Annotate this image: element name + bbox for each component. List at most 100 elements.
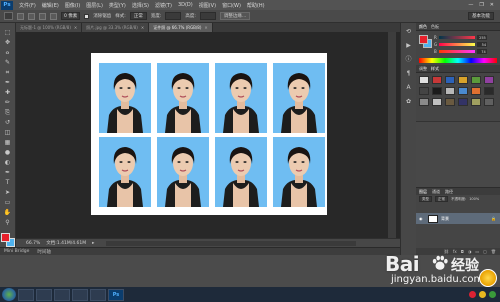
- move-tool-icon[interactable]: ✥: [3, 39, 13, 47]
- style-swatch[interactable]: [445, 98, 455, 106]
- menu-image[interactable]: 图像(I): [62, 2, 83, 9]
- style-swatch[interactable]: [471, 76, 481, 84]
- close-icon[interactable]: ✕: [141, 25, 144, 30]
- feather-input[interactable]: 0 像素: [61, 12, 81, 20]
- document-tab[interactable]: 证件照 @ 66.7% (RGB/8) ✕: [149, 23, 213, 32]
- eyedropper-tool-icon[interactable]: ✒: [3, 79, 13, 87]
- subtract-selection-button[interactable]: [39, 12, 46, 20]
- slider-track-b[interactable]: [438, 50, 475, 53]
- clone-tool-icon[interactable]: ⎘: [3, 109, 13, 117]
- hand-tool-icon[interactable]: ✋: [3, 209, 13, 217]
- dodge-tool-icon[interactable]: ◐: [3, 159, 13, 167]
- type-tool-icon[interactable]: T: [3, 179, 13, 187]
- tab-swatches[interactable]: 色板: [431, 24, 439, 30]
- slider-value-b[interactable]: 74: [476, 49, 487, 54]
- slider-track-r[interactable]: [438, 36, 475, 39]
- blend-mode-select[interactable]: 正常: [435, 196, 448, 202]
- foreground-color-swatch[interactable]: [0, 233, 10, 242]
- lasso-tool-icon[interactable]: ⴰ: [3, 49, 13, 57]
- menu-edit[interactable]: 编辑(E): [39, 2, 62, 9]
- style-swatch[interactable]: [458, 87, 468, 95]
- crop-tool-icon[interactable]: ⌗: [3, 69, 13, 77]
- color-spectrum[interactable]: [419, 58, 497, 63]
- tab-styles[interactable]: 样式: [431, 66, 439, 72]
- menu-select[interactable]: 选择(S): [129, 2, 152, 9]
- antialias-checkbox[interactable]: [84, 13, 90, 19]
- history-brush-tool-icon[interactable]: ↺: [3, 119, 13, 127]
- horizontal-scrollbar[interactable]: [106, 240, 357, 246]
- close-button[interactable]: ✕: [490, 2, 494, 8]
- eye-icon[interactable]: ◉: [419, 216, 425, 221]
- style-swatch[interactable]: [471, 87, 481, 95]
- document-tab[interactable]: 照片.jpg @ 33.3% (RGB/8) ✕: [82, 23, 150, 32]
- opacity-value[interactable]: 100%: [469, 197, 479, 201]
- healing-tool-icon[interactable]: ✚: [3, 89, 13, 97]
- close-icon[interactable]: ✕: [204, 25, 207, 30]
- style-swatch[interactable]: [445, 87, 455, 95]
- style-swatch[interactable]: [432, 76, 442, 84]
- taskbar-app-1[interactable]: [18, 288, 34, 301]
- history-icon[interactable]: ⟲: [404, 28, 413, 36]
- close-icon[interactable]: ✕: [74, 25, 77, 30]
- style-swatch[interactable]: [445, 76, 455, 84]
- status-arrow-icon[interactable]: ▸: [92, 241, 94, 246]
- style-swatch[interactable]: [484, 87, 494, 95]
- brush-presets-icon[interactable]: ✿: [404, 98, 413, 106]
- taskbar-app-3[interactable]: [54, 288, 70, 301]
- pen-tool-icon[interactable]: ✒: [3, 169, 13, 177]
- brush-tool-icon[interactable]: ✏: [3, 99, 13, 107]
- paragraph-icon[interactable]: ¶: [404, 70, 413, 78]
- taskbar-app-5[interactable]: [90, 288, 106, 301]
- menu-help[interactable]: 帮助(H): [244, 2, 268, 9]
- style-swatch[interactable]: [432, 98, 442, 106]
- document-canvas[interactable]: [91, 53, 327, 215]
- intersect-selection-button[interactable]: [50, 12, 57, 20]
- taskbar-app-4[interactable]: [72, 288, 88, 301]
- tray-icon[interactable]: [489, 291, 496, 298]
- style-swatch[interactable]: [471, 98, 481, 106]
- tab-layers[interactable]: 图层: [419, 189, 427, 195]
- document-tab[interactable]: 无标题-1 @ 100% (RGB/8) ✕: [16, 23, 83, 32]
- new-selection-button[interactable]: [17, 12, 24, 20]
- slider-track-g[interactable]: [439, 43, 476, 46]
- maximize-button[interactable]: ❐: [479, 2, 483, 8]
- path-select-tool-icon[interactable]: ➤: [3, 189, 13, 197]
- layer-kind-filter[interactable]: 类型: [419, 196, 432, 202]
- tab-color[interactable]: 颜色: [419, 24, 427, 30]
- document-size[interactable]: 文档:1.41M/4.61M: [46, 240, 86, 246]
- style-swatch[interactable]: [419, 98, 429, 106]
- layer-row-background[interactable]: ◉ 背景 🔒: [416, 213, 500, 224]
- tool-preset-picker[interactable]: [4, 12, 13, 20]
- slider-value-g[interactable]: 54: [477, 42, 488, 47]
- menu-3d[interactable]: 3D(D): [175, 2, 196, 8]
- style-swatch[interactable]: [432, 87, 442, 95]
- panel-foreground-swatch[interactable]: [419, 35, 428, 44]
- style-swatch[interactable]: [419, 76, 429, 84]
- add-selection-button[interactable]: [28, 12, 35, 20]
- menu-window[interactable]: 窗口(W): [219, 2, 244, 9]
- style-select[interactable]: 正常: [129, 12, 147, 20]
- timeline-tab[interactable]: 时间轴: [37, 249, 51, 255]
- height-input[interactable]: [199, 12, 216, 20]
- menu-filter[interactable]: 滤镜(T): [152, 2, 175, 9]
- start-button[interactable]: [2, 288, 16, 301]
- tray-icon[interactable]: [469, 291, 476, 298]
- marquee-tool-icon[interactable]: ⬚: [3, 29, 13, 37]
- style-swatch[interactable]: [458, 76, 468, 84]
- style-swatch[interactable]: [419, 87, 429, 95]
- vertical-scrollbar[interactable]: [388, 32, 396, 238]
- tray-icon[interactable]: [479, 291, 486, 298]
- minimize-button[interactable]: —: [468, 2, 473, 8]
- shape-tool-icon[interactable]: ▭: [3, 199, 13, 207]
- refine-edge-button[interactable]: 调整边缘...: [219, 12, 251, 20]
- style-swatch[interactable]: [458, 98, 468, 106]
- eraser-tool-icon[interactable]: ◫: [3, 129, 13, 137]
- mini-bridge-tab[interactable]: Mini Bridge: [4, 249, 29, 254]
- menu-type[interactable]: 类型(Y): [106, 2, 129, 9]
- slider-value-r[interactable]: 255: [476, 35, 487, 40]
- style-swatch[interactable]: [484, 98, 494, 106]
- taskbar-app-2[interactable]: [36, 288, 52, 301]
- tab-adjustments[interactable]: 调整: [419, 66, 427, 72]
- workspace-select[interactable]: 基本功能: [468, 12, 494, 20]
- actions-icon[interactable]: ▶: [404, 42, 413, 50]
